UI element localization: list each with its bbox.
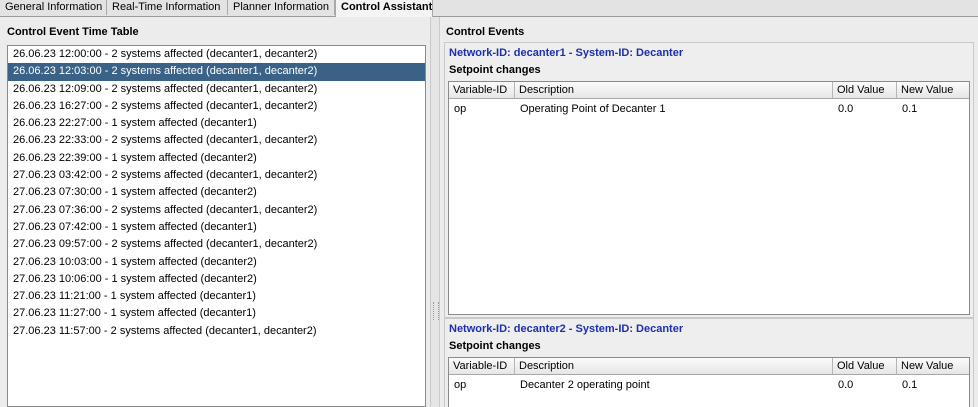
column-header-new-value[interactable]: New Value bbox=[897, 358, 969, 374]
cell-new-value: 0.1 bbox=[902, 103, 918, 115]
control-event-section: Network-ID: decanter2 - System-ID: Decan… bbox=[444, 318, 974, 407]
event-list-item[interactable]: 26.06.23 16:27:00 - 2 systems affected (… bbox=[8, 98, 425, 115]
network-system-title: Network-ID: decanter2 - System-ID: Decan… bbox=[449, 323, 684, 335]
event-list-item[interactable]: 26.06.23 12:09:00 - 2 systems affected (… bbox=[8, 81, 425, 98]
tab-bar: General Information Real-Time Informatio… bbox=[0, 0, 978, 17]
event-list-item[interactable]: 26.06.23 22:27:00 - 1 system affected (d… bbox=[8, 115, 425, 132]
event-list-item[interactable]: 27.06.23 10:03:00 - 1 system affected (d… bbox=[8, 254, 425, 271]
column-header-new-value[interactable]: New Value bbox=[897, 82, 969, 98]
setpoint-changes-label: Setpoint changes bbox=[449, 340, 541, 352]
event-list-item[interactable]: 27.06.23 11:21:00 - 1 system affected (d… bbox=[8, 288, 425, 305]
event-list-item[interactable]: 26.06.23 22:33:00 - 2 systems affected (… bbox=[8, 132, 425, 149]
event-list-item[interactable]: 27.06.23 10:06:00 - 1 system affected (d… bbox=[8, 271, 425, 288]
control-event-time-table-panel: Control Event Time Table 26.06.23 12:00:… bbox=[0, 17, 430, 407]
setpoint-table[interactable]: Variable-ID Description Old Value New Va… bbox=[448, 357, 970, 407]
setpoint-changes-label: Setpoint changes bbox=[449, 64, 541, 76]
control-event-section: Network-ID: decanter1 - System-ID: Decan… bbox=[444, 42, 974, 318]
event-list-item[interactable]: 27.06.23 03:42:00 - 2 systems affected (… bbox=[8, 167, 425, 184]
column-header-description[interactable]: Description bbox=[515, 358, 833, 374]
cell-old-value: 0.0 bbox=[838, 379, 854, 391]
column-header-variable-id[interactable]: Variable-ID bbox=[449, 358, 515, 374]
event-list-item[interactable]: 27.06.23 07:30:00 - 1 system affected (d… bbox=[8, 184, 425, 201]
table-row[interactable]: op Operating Point of Decanter 1 0.0 0.1 bbox=[449, 100, 969, 118]
column-header-description[interactable]: Description bbox=[515, 82, 833, 98]
event-list-item[interactable]: 26.06.23 22:39:00 - 1 system affected (d… bbox=[8, 150, 425, 167]
cell-variable-id: op bbox=[454, 103, 467, 115]
event-list-item[interactable]: 27.06.23 09:57:00 - 2 systems affected (… bbox=[8, 236, 425, 253]
control-events-title: Control Events bbox=[446, 26, 525, 38]
table-row[interactable]: op Decanter 2 operating point 0.0 0.1 bbox=[449, 376, 969, 394]
event-list-item[interactable]: 27.06.23 07:42:00 - 1 system affected (d… bbox=[8, 219, 425, 236]
column-header-variable-id[interactable]: Variable-ID bbox=[449, 82, 515, 98]
column-header-old-value[interactable]: Old Value bbox=[833, 82, 897, 98]
control-events-panel: Control Events Network-ID: decanter1 - S… bbox=[440, 17, 978, 407]
event-list[interactable]: 26.06.23 12:00:00 - 2 systems affected (… bbox=[7, 45, 426, 407]
tab-control-assistant[interactable]: Control Assistant bbox=[335, 0, 433, 17]
divider-grip-icon[interactable] bbox=[433, 302, 439, 320]
cell-description: Decanter 2 operating point bbox=[520, 379, 650, 391]
tab-general-information[interactable]: General Information bbox=[0, 0, 107, 15]
event-list-item[interactable]: 26.06.23 12:00:00 - 2 systems affected (… bbox=[8, 46, 425, 63]
event-list-item[interactable]: 27.06.23 11:57:00 - 2 systems affected (… bbox=[8, 323, 425, 340]
network-system-title: Network-ID: decanter1 - System-ID: Decan… bbox=[449, 47, 684, 59]
table-header: Variable-ID Description Old Value New Va… bbox=[449, 358, 969, 375]
split-pane-divider[interactable] bbox=[430, 17, 440, 407]
table-header: Variable-ID Description Old Value New Va… bbox=[449, 82, 969, 99]
column-header-old-value[interactable]: Old Value bbox=[833, 358, 897, 374]
tab-planner-information[interactable]: Planner Information bbox=[228, 0, 335, 15]
cell-old-value: 0.0 bbox=[838, 103, 854, 115]
cell-variable-id: op bbox=[454, 379, 467, 391]
setpoint-table[interactable]: Variable-ID Description Old Value New Va… bbox=[448, 81, 970, 315]
event-list-item[interactable]: 27.06.23 07:36:00 - 2 systems affected (… bbox=[8, 202, 425, 219]
cell-description: Operating Point of Decanter 1 bbox=[520, 103, 666, 115]
event-list-item[interactable]: 26.06.23 12:03:00 - 2 systems affected (… bbox=[8, 63, 425, 81]
control-assistant-window: General Information Real-Time Informatio… bbox=[0, 0, 978, 407]
tab-real-time-information[interactable]: Real-Time Information bbox=[107, 0, 228, 15]
event-list-item[interactable]: 27.06.23 11:27:00 - 1 system affected (d… bbox=[8, 305, 425, 322]
cell-new-value: 0.1 bbox=[902, 379, 918, 391]
control-event-time-table-title: Control Event Time Table bbox=[7, 26, 139, 38]
